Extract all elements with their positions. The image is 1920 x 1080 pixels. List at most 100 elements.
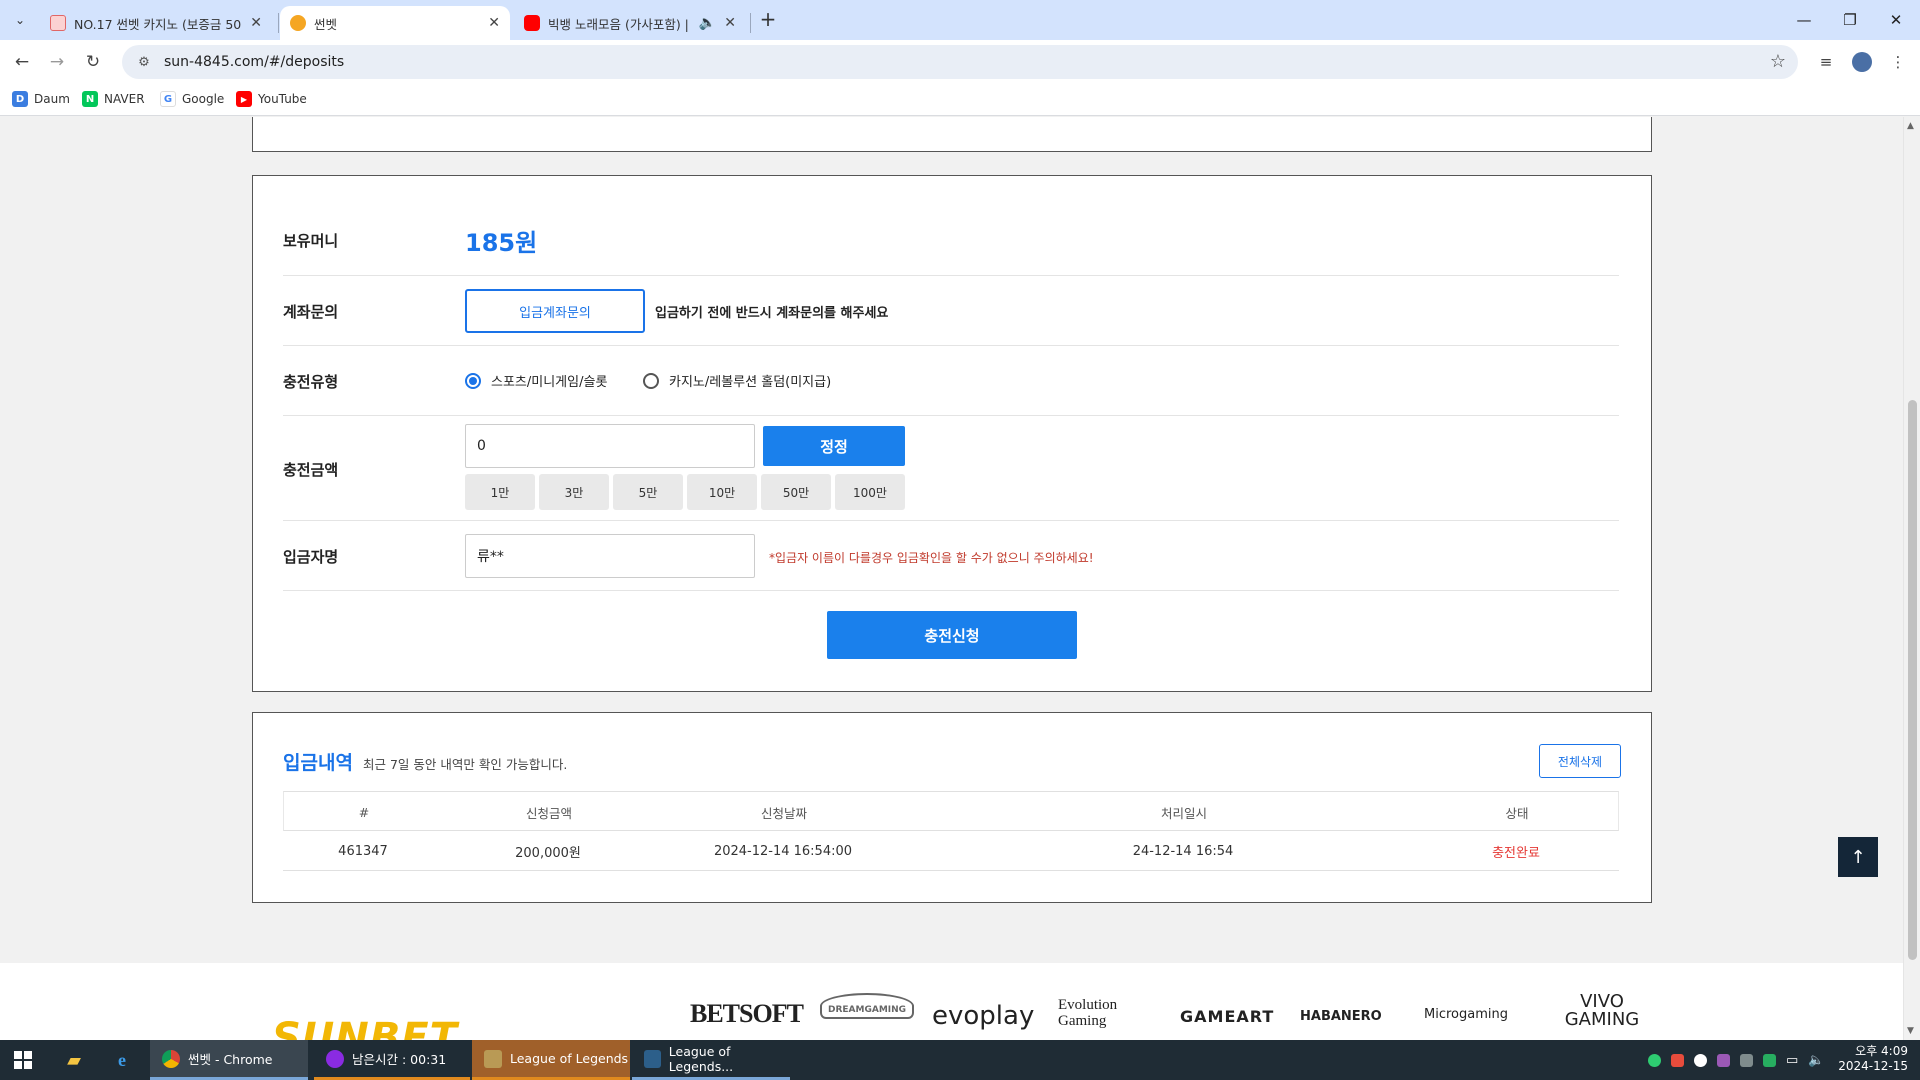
table-row[interactable]: 461347 200,000원 2024-12-14 16:54:00 24-1… [283,831,1619,871]
quick-amount-10[interactable]: 10만 [687,474,757,510]
quick-amount-100[interactable]: 100만 [835,474,905,510]
tray-app-icon[interactable] [1694,1053,1707,1067]
scroll-up-icon[interactable]: ▲ [1907,121,1914,131]
bookmark-google[interactable]: G Google [160,91,224,107]
close-window-icon[interactable]: ✕ [1873,0,1919,40]
tab-sunbet[interactable]: 썬벳 ✕ [280,6,510,40]
forward-icon[interactable]: → [43,48,71,76]
quick-amount-50[interactable]: 50만 [761,474,831,510]
speaker-icon[interactable]: 🔈 [699,15,716,31]
file-explorer-icon[interactable]: ▰ [50,1040,98,1080]
internet-explorer-icon[interactable]: e [98,1040,146,1080]
bookmark-star-icon[interactable]: ☆ [1770,51,1786,72]
profile-icon[interactable] [1848,48,1876,76]
address-bar[interactable]: ⚙ sun-4845.com/#/deposits ☆ [122,45,1798,79]
timer-app-icon [326,1049,344,1068]
account-inquiry-button[interactable]: 입금계좌문의 [465,289,645,333]
tray-app-icon[interactable] [1740,1053,1753,1067]
bookmark-youtube[interactable]: ▶ YouTube [236,91,307,107]
bookmark-naver[interactable]: N NAVER [82,91,145,107]
minimize-icon[interactable]: — [1781,0,1827,40]
site-info-icon[interactable]: ⚙ [130,55,158,70]
quick-amount-5[interactable]: 5만 [613,474,683,510]
tray-app-icon[interactable] [1717,1053,1730,1067]
charge-amount-label: 충전금액 [283,461,339,479]
url-text[interactable]: sun-4845.com/#/deposits [164,54,344,70]
cell-request-date: 2024-12-14 16:54:00 [713,843,853,859]
close-icon[interactable]: ✕ [488,15,500,31]
quick-amount-3[interactable]: 3만 [539,474,609,510]
radio-unchecked-icon[interactable] [643,372,659,389]
provider-microgaming: Microgaming [1424,1007,1508,1022]
cell-amount: 200,000원 [515,845,581,861]
sunbet-favicon-icon [290,15,306,31]
system-tray: ▭ 🔈 [1648,1040,1824,1080]
youtube-icon: ▶ [236,91,252,107]
windows-start-icon[interactable] [0,1040,46,1080]
provider-habanero: HABANERO [1300,1009,1382,1024]
daum-icon: D [12,91,28,107]
youtube-favicon-icon [524,15,540,31]
new-tab-button[interactable]: + [756,8,780,32]
tab-search-icon[interactable]: ⌄ [8,8,32,32]
delete-all-button[interactable]: 전체삭제 [1539,744,1621,778]
windows-taskbar: ▰ e 썬벳 - Chrome 남은시간 : 00:31 League of L… [0,1040,1920,1080]
provider-evoplay: evoplay [932,1001,1035,1031]
menu-icon[interactable]: ⋮ [1884,48,1912,76]
close-icon[interactable]: ✕ [250,15,262,31]
radio-casino[interactable]: 카지노/레볼루션 홀덤(미지급) [643,371,831,390]
balance-value: 185원 [465,229,538,257]
deposit-form-panel: 보유머니 185원 계좌문의 입금계좌문의 입금하기 전에 반드시 계좌문의를 … [252,175,1652,692]
charge-amount-input[interactable]: 0 [465,424,755,468]
scroll-thumb[interactable] [1908,400,1917,960]
tab-bigbang[interactable]: 빅뱅 노래모음 (가사포함) | 🔈 ✕ [514,6,746,40]
radio-checked-icon[interactable] [465,372,481,389]
depositor-label: 입금자명 [283,548,339,566]
system-clock[interactable]: 오후 4:09 2024-12-15 [1838,1044,1908,1074]
close-icon[interactable]: ✕ [724,15,736,31]
taskbar-app-timer[interactable]: 남은시간 : 00:31 [314,1040,470,1080]
charge-type-label: 충전유형 [283,373,339,391]
back-icon[interactable]: ← [8,48,36,76]
charge-submit-button[interactable]: 충전신청 [827,611,1077,659]
media-control-icon[interactable]: ≡ [1812,48,1840,76]
reload-icon[interactable]: ↻ [79,48,107,76]
charge-type-row: 충전유형 스포츠/미니게임/슬롯 카지노/레볼루션 홀덤(미지급) [283,346,1619,416]
page-scrollbar[interactable]: ▲ ▼ [1903,117,1920,1040]
table-header: # 신청금액 신청날짜 처리일시 상태 [283,791,1619,831]
history-title: 입금내역 [283,752,353,774]
account-note: 입금하기 전에 반드시 계좌문의를 해주세요 [655,306,889,321]
provider-vivo: VIVO GAMING [1564,991,1640,1030]
amount-reset-button[interactable]: 정정 [763,426,905,466]
page-viewport: 보유머니 185원 계좌문의 입금계좌문의 입금하기 전에 반드시 계좌문의를 … [0,117,1920,1040]
taskbar-app-chrome[interactable]: 썬벳 - Chrome [150,1040,308,1080]
bookmarks-bar: D Daum N NAVER G Google ▶ YouTube [0,84,1920,116]
taskbar-app-lol[interactable]: League of Legends [472,1040,630,1080]
sunbet-logo: SUNBET [272,1015,458,1040]
col-processed: 처리일시 [1160,805,1207,821]
tray-app-icon[interactable] [1763,1053,1776,1067]
tab-favicon-icon [50,15,66,31]
balance-label: 보유머니 [283,232,339,250]
restore-icon[interactable]: ❐ [1827,0,1873,40]
bookmark-daum[interactable]: D Daum [12,91,70,107]
taskbar-app-lol-client[interactable]: League of Legends... [632,1040,790,1080]
account-label: 계좌문의 [283,303,339,321]
volume-icon[interactable]: 🔈 [1808,1053,1824,1068]
charge-amount-row: 충전금액 0 정정 1만 3만 5만 10만 50만 100만 [283,416,1619,521]
browser-toolbar: ← → ↻ ⚙ sun-4845.com/#/deposits ☆ ≡ ⋮ [0,40,1920,84]
col-amount: 신청금액 [525,805,572,821]
tray-app-icon[interactable] [1671,1053,1684,1067]
network-icon[interactable]: ▭ [1786,1053,1798,1068]
radio-sports[interactable]: 스포츠/미니게임/슬롯 [465,371,607,390]
tab-casino[interactable]: NO.17 썬벳 카지노 (보증금 50 ✕ [40,6,272,40]
depositor-name-input[interactable]: 류** [465,534,755,578]
scroll-to-top-button[interactable]: ↑ [1838,837,1878,877]
col-status: 상태 [1505,805,1529,821]
provider-dreamgaming: DREAMGAMING [820,993,915,1019]
cell-id: 461347 [338,843,388,859]
depositor-warning: *입금자 이름이 다를경우 입금확인을 할 수가 없으니 주의하세요! [769,551,1094,565]
scroll-down-icon[interactable]: ▼ [1907,1026,1914,1036]
quick-amount-1[interactable]: 1만 [465,474,535,510]
tray-app-icon[interactable] [1648,1053,1661,1067]
